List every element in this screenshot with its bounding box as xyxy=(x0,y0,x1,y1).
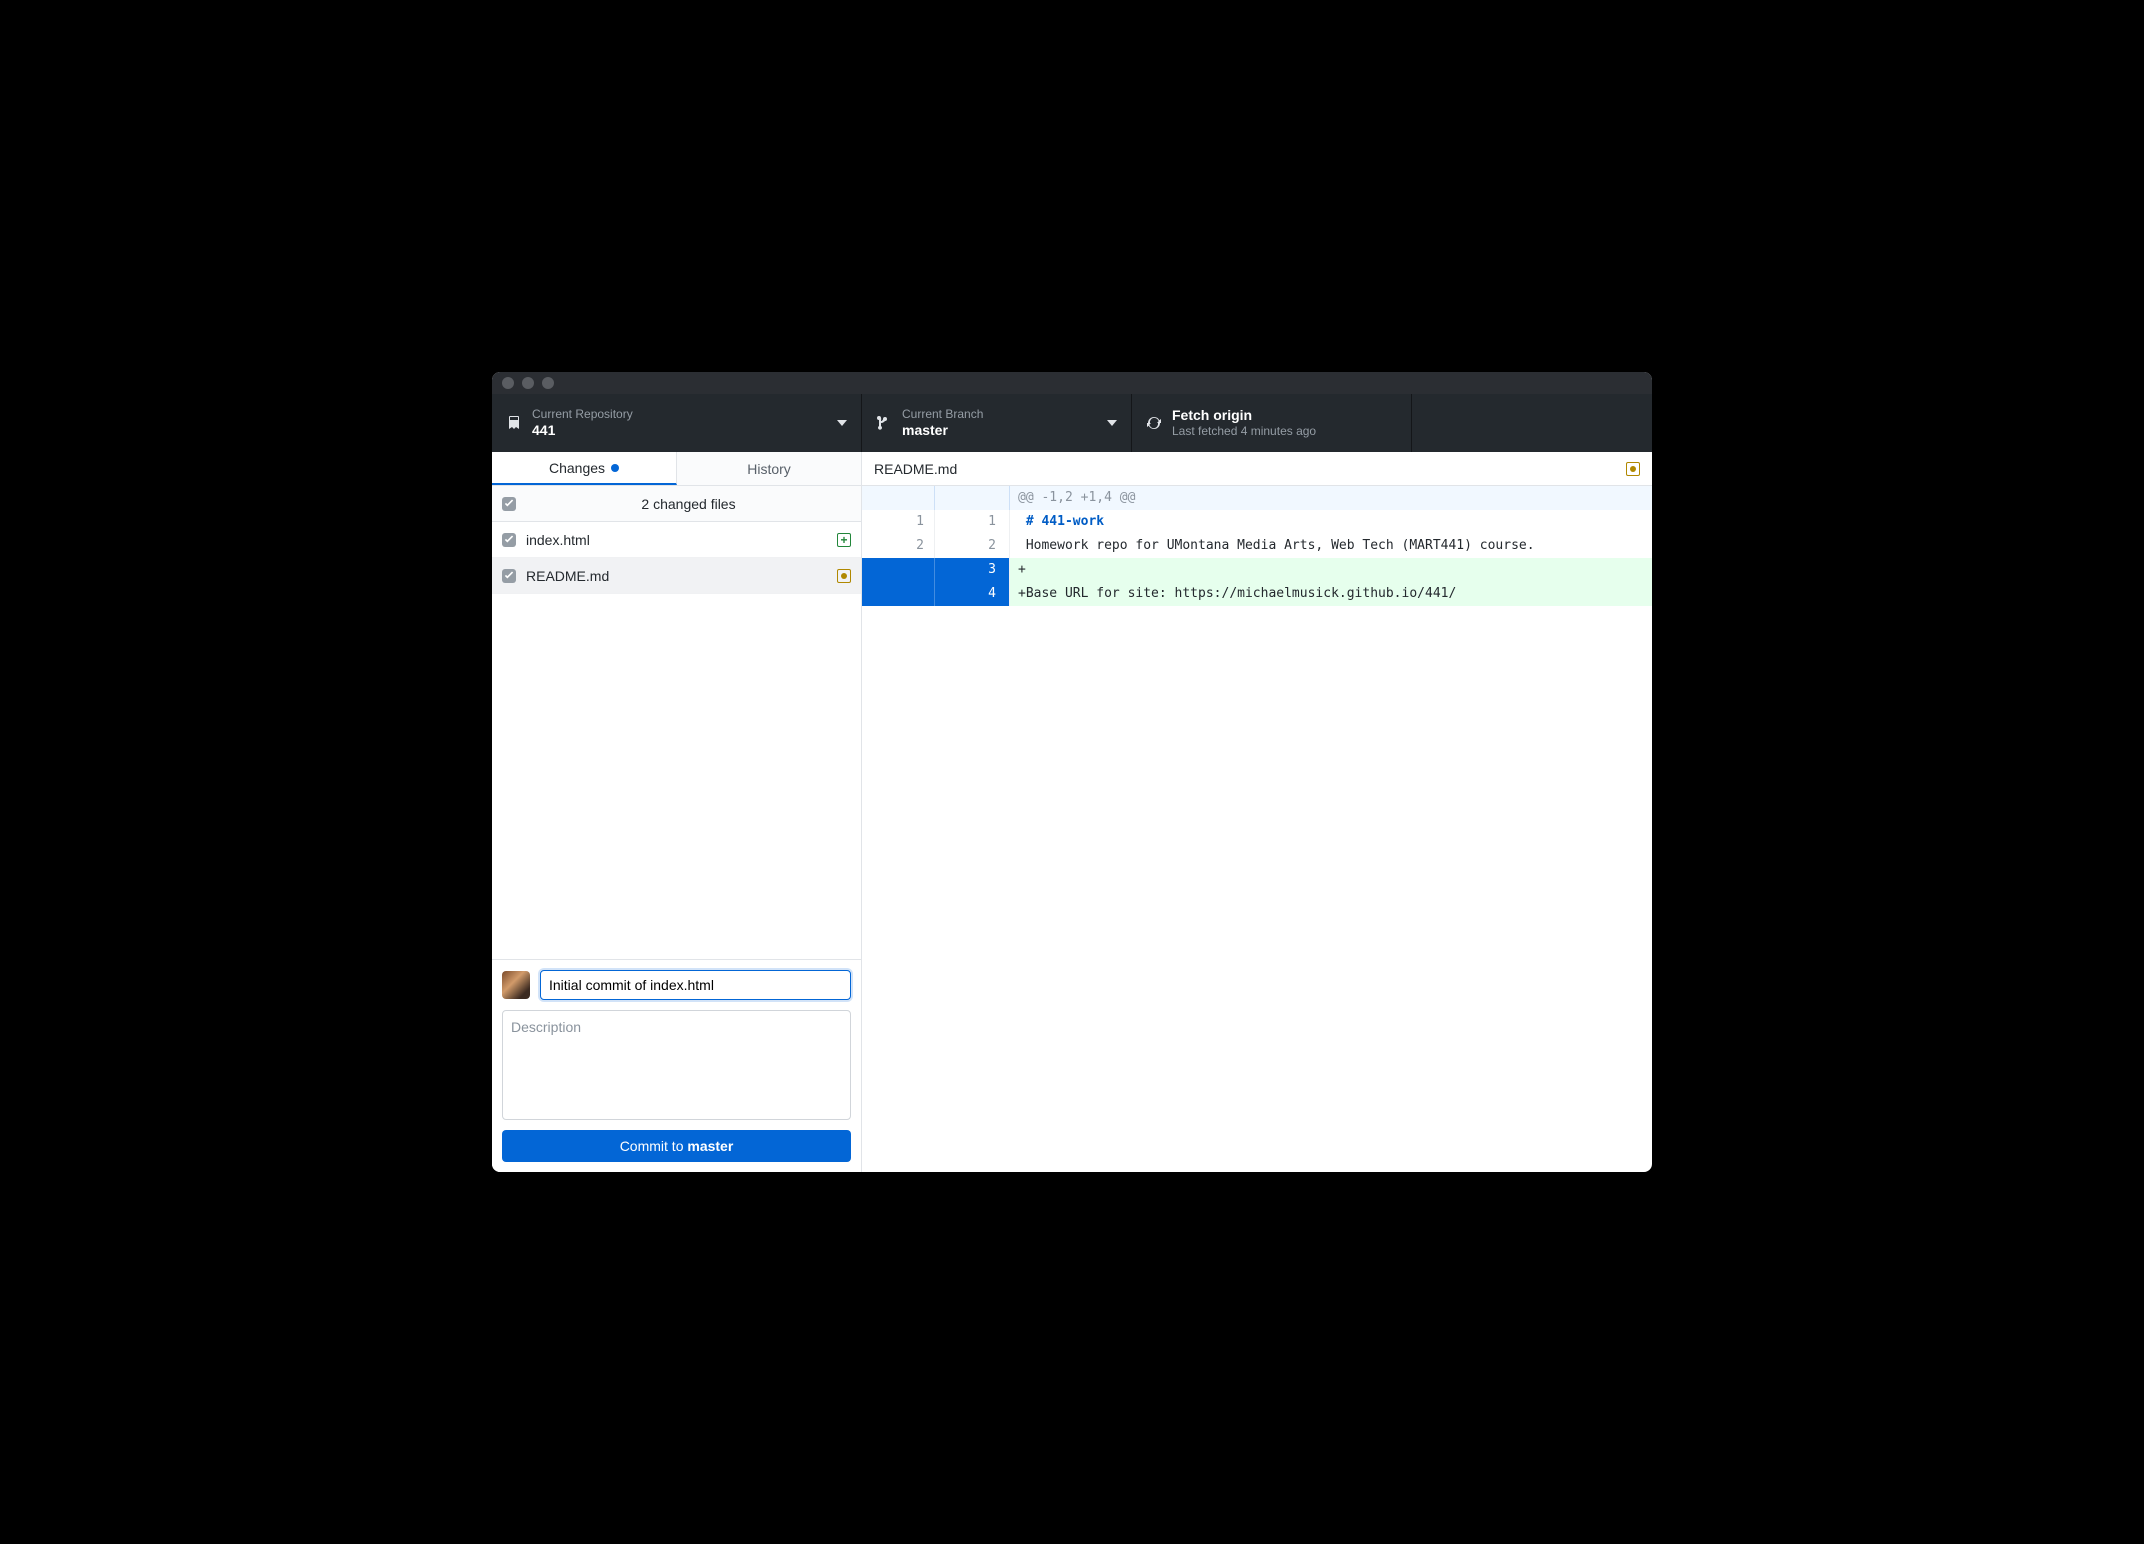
diff-gutter: 11 xyxy=(862,510,1010,534)
added-badge: + xyxy=(837,533,851,547)
sidebar-tabs: Changes History xyxy=(492,452,861,486)
diff-code: # 441-work xyxy=(1010,510,1652,534)
diff-code: @@ -1,2 +1,4 @@ xyxy=(1010,486,1652,510)
avatar xyxy=(502,971,530,999)
diff-gutter xyxy=(862,486,1010,510)
chevron-down-icon xyxy=(1107,420,1117,426)
new-line-number: 1 xyxy=(934,510,1006,534)
old-line-number: 2 xyxy=(862,534,934,558)
app-window: Current Repository 441 Current Branch ma… xyxy=(492,372,1652,1172)
tab-changes[interactable]: Changes xyxy=(492,452,677,485)
file-row[interactable]: index.html + xyxy=(492,522,861,558)
minimize-window-button[interactable] xyxy=(522,377,534,389)
fetch-subtitle: Last fetched 4 minutes ago xyxy=(1172,424,1316,438)
diff-line[interactable]: 11 # 441-work xyxy=(862,510,1652,534)
file-row-name: README.md xyxy=(526,568,827,584)
new-line-number: 3 xyxy=(934,558,1006,582)
toolbar: Current Repository 441 Current Branch ma… xyxy=(492,394,1652,452)
old-line-number xyxy=(862,486,934,510)
modified-badge xyxy=(837,569,851,583)
check-icon xyxy=(504,571,514,581)
commit-panel: Commit to master xyxy=(492,959,861,1172)
repo-icon xyxy=(506,415,522,431)
diff-code: +Base URL for site: https://michaelmusic… xyxy=(1010,582,1652,606)
tab-history-label: History xyxy=(747,461,791,477)
file-row-checkbox[interactable] xyxy=(502,533,516,547)
file-row-checkbox[interactable] xyxy=(502,569,516,583)
changes-indicator-dot xyxy=(611,464,619,472)
diff-header: README.md xyxy=(862,452,1652,486)
chevron-down-icon xyxy=(837,420,847,426)
diff-filename: README.md xyxy=(874,461,957,477)
commit-button-branch: master xyxy=(687,1138,733,1154)
diff-gutter: 22 xyxy=(862,534,1010,558)
diff-line[interactable]: @@ -1,2 +1,4 @@ xyxy=(862,486,1652,510)
repo-dropdown[interactable]: Current Repository 441 xyxy=(492,394,862,452)
zoom-window-button[interactable] xyxy=(542,377,554,389)
repo-label: Current Repository xyxy=(532,407,633,421)
old-line-number xyxy=(862,558,934,582)
diff-line[interactable]: 4+Base URL for site: https://michaelmusi… xyxy=(862,582,1652,606)
new-line-number: 4 xyxy=(934,582,1006,606)
branch-icon xyxy=(876,415,892,431)
new-line-number: 2 xyxy=(934,534,1006,558)
diff-file-status-badge xyxy=(1626,462,1640,476)
new-line-number xyxy=(934,486,1006,510)
fetch-button[interactable]: Fetch origin Last fetched 4 minutes ago xyxy=(1132,394,1412,452)
diff-line[interactable]: 3+ xyxy=(862,558,1652,582)
old-line-number xyxy=(862,582,934,606)
branch-dropdown[interactable]: Current Branch master xyxy=(862,394,1132,452)
branch-name: master xyxy=(902,422,983,439)
diff-panel: README.md @@ -1,2 +1,4 @@11 # 441-work22… xyxy=(862,452,1652,1172)
diff-body[interactable]: @@ -1,2 +1,4 @@11 # 441-work22 Homework … xyxy=(862,486,1652,1172)
commit-summary-input[interactable] xyxy=(540,970,851,1000)
branch-label: Current Branch xyxy=(902,407,983,421)
file-row-name: index.html xyxy=(526,532,827,548)
diff-code: Homework repo for UMontana Media Arts, W… xyxy=(1010,534,1652,558)
commit-description-input[interactable] xyxy=(502,1010,851,1120)
select-all-checkbox[interactable] xyxy=(502,497,516,511)
commit-button[interactable]: Commit to master xyxy=(502,1130,851,1162)
tab-changes-label: Changes xyxy=(549,460,605,476)
diff-gutter: 4 xyxy=(862,582,1010,606)
diff-code: + xyxy=(1010,558,1652,582)
check-icon xyxy=(504,535,514,545)
fetch-title: Fetch origin xyxy=(1172,407,1316,424)
file-list: index.html + README.md xyxy=(492,522,861,959)
sidebar: Changes History 2 changed files index.ht… xyxy=(492,452,862,1172)
repo-name: 441 xyxy=(532,422,633,439)
commit-button-prefix: Commit to xyxy=(620,1138,688,1154)
sync-icon xyxy=(1146,415,1162,431)
titlebar[interactable] xyxy=(492,372,1652,394)
file-row[interactable]: README.md xyxy=(492,558,861,594)
changes-header: 2 changed files xyxy=(492,486,861,522)
close-window-button[interactable] xyxy=(502,377,514,389)
check-icon xyxy=(504,499,514,509)
diff-gutter: 3 xyxy=(862,558,1010,582)
diff-line[interactable]: 22 Homework repo for UMontana Media Arts… xyxy=(862,534,1652,558)
changes-count: 2 changed files xyxy=(526,496,851,512)
old-line-number: 1 xyxy=(862,510,934,534)
tab-history[interactable]: History xyxy=(677,452,861,485)
toolbar-trailing xyxy=(1412,394,1652,452)
